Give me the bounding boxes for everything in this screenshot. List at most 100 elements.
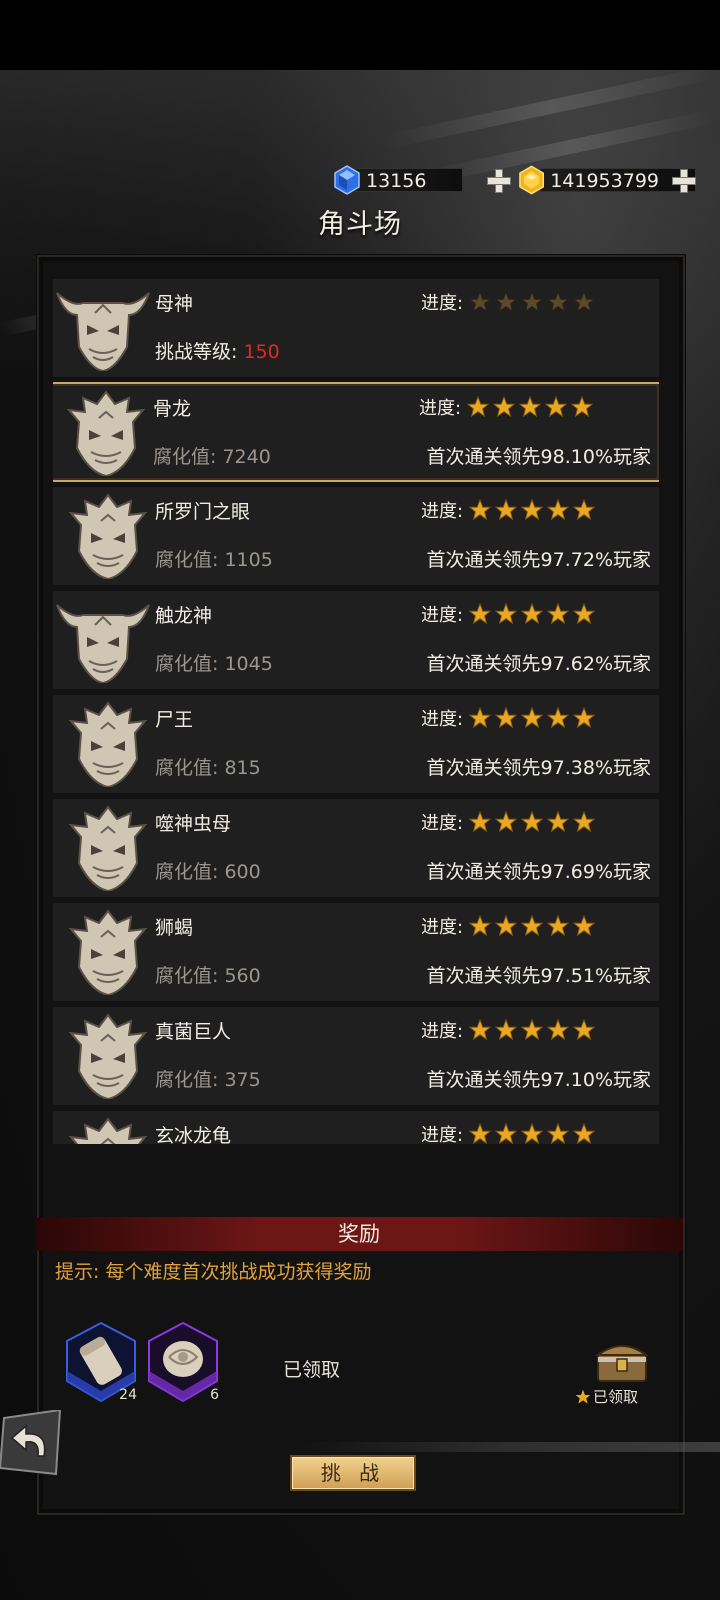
- star-icon: [469, 499, 492, 521]
- boss-row[interactable]: 母神挑战等级: 150 进度:: [53, 279, 659, 377]
- star-icon: [495, 915, 518, 937]
- star-icon: [547, 291, 570, 313]
- corruption-value: 腐化值: 1105: [155, 549, 273, 571]
- star-icon: [495, 499, 518, 521]
- star-icon: [573, 291, 596, 313]
- treasure-chest-icon[interactable]: [595, 1339, 649, 1383]
- boss-row[interactable]: 所罗门之眼 腐化值: 1105 进度: 首次通关领先97.72%玩家: [53, 487, 659, 585]
- progress-label: 进度:: [421, 709, 464, 730]
- star-icon: [519, 396, 542, 418]
- star-icon: [547, 707, 570, 729]
- item-count: 24: [119, 1387, 137, 1403]
- boss-row[interactable]: 骨龙腐化值: 7240 进度: 首次通关领先98.10%玩家: [53, 382, 659, 482]
- corruption-value: 腐化值: 600: [155, 861, 261, 883]
- star-icon: [495, 707, 518, 729]
- add-gold-button[interactable]: [671, 168, 696, 193]
- chest-status-label: 已领取: [593, 1388, 639, 1406]
- corruption-value: 腐化值: 375: [155, 1069, 261, 1091]
- progress: 进度:: [421, 601, 599, 627]
- star-icon: [573, 603, 596, 625]
- first-clear-rank: 首次通关领先97.38%玩家: [426, 757, 651, 779]
- boss-name: 母神: [155, 293, 194, 315]
- star-icon: [547, 1123, 570, 1144]
- star-icon: [521, 603, 544, 625]
- star-icon: [547, 499, 570, 521]
- boss-name: 骨龙: [153, 398, 192, 420]
- arena-panel: 母神挑战等级: 150 进度: 骨龙腐化值: 7240 进度: 首次通关领先98.10%…: [35, 255, 685, 1515]
- progress: 进度:: [419, 394, 597, 420]
- boss-row[interactable]: 噬神虫母腐化值: 600 进度: 首次通关领先97.69%玩家: [53, 799, 659, 897]
- page-title: 角斗场: [318, 209, 402, 240]
- challenge-level: 挑战等级: 150: [155, 341, 280, 363]
- reward-hint: 提示: 每个难度首次挑战成功获得奖励: [55, 1261, 372, 1283]
- progress: 进度:: [421, 289, 599, 315]
- star-icon: [573, 811, 596, 833]
- item-count: 6: [210, 1387, 219, 1403]
- progress-label: 进度:: [421, 501, 464, 522]
- first-clear-rank: 首次通关领先97.62%玩家: [426, 653, 651, 675]
- star-icon: [573, 915, 596, 937]
- star-icon: [573, 1123, 596, 1144]
- star-icon: [571, 396, 594, 418]
- progress-label: 进度:: [421, 1125, 464, 1144]
- star-icon: [495, 603, 518, 625]
- reward-claimed-status: 已领取: [283, 1359, 341, 1381]
- star-icon: [521, 707, 544, 729]
- bottom-trim: [300, 1442, 720, 1452]
- corruption-value: 腐化值: 7240: [153, 446, 271, 468]
- progress-label: 进度:: [421, 293, 464, 314]
- boss-row[interactable]: 玄冰龙龟 进度:: [53, 1111, 659, 1144]
- progress-label: 进度:: [421, 605, 464, 626]
- spiked-mask-icon: [68, 909, 148, 995]
- spiked-mask-icon: [68, 1117, 148, 1144]
- progress-label: 进度:: [419, 398, 462, 419]
- back-arrow-icon[interactable]: [0, 1410, 64, 1478]
- reward-item-scroll[interactable]: 24: [65, 1321, 137, 1403]
- star-icon: [469, 1019, 492, 1041]
- star-rating: [469, 707, 599, 729]
- star-icon: [573, 707, 596, 729]
- chest-status: 已领取: [575, 1386, 638, 1407]
- progress: 进度:: [421, 1121, 599, 1144]
- boss-row[interactable]: 尸王 腐化值: 815 进度: 首次通关领先97.38%玩家: [53, 695, 659, 793]
- boss-name: 触龙神: [155, 605, 213, 627]
- progress: 进度:: [421, 809, 599, 835]
- star-icon: [495, 811, 518, 833]
- first-clear-rank: 首次通关领先97.69%玩家: [426, 861, 651, 883]
- diamond-amount: 13156: [356, 168, 463, 192]
- boss-row[interactable]: 狮蝎 腐化值: 560 进度: 首次通关领先97.51%玩家: [53, 903, 659, 1001]
- first-clear-rank: 首次通关领先98.10%玩家: [426, 446, 651, 468]
- star-rating: [467, 396, 597, 418]
- boss-name: 玄冰龙龟: [155, 1125, 232, 1144]
- game-screen: 13156 141953799 角斗场 母神 挑战等级: 150 进度: 骨龙 腐化值:…: [0, 70, 720, 1600]
- star-icon: [469, 811, 492, 833]
- star-icon: [521, 1019, 544, 1041]
- star-rating: [469, 1123, 599, 1144]
- progress: 进度:: [421, 497, 599, 523]
- star-icon: [573, 1019, 596, 1041]
- star-icon: [469, 291, 492, 313]
- reward-item-fossil[interactable]: 6: [147, 1321, 219, 1403]
- star-icon: [469, 1123, 492, 1144]
- star-rating: [469, 603, 599, 625]
- first-clear-rank: 首次通关领先97.10%玩家: [426, 1069, 651, 1091]
- challenge-button[interactable]: 挑 战: [290, 1455, 416, 1491]
- star-rating: [469, 811, 599, 833]
- boss-name: 真菌巨人: [155, 1021, 232, 1043]
- blue-gem-icon: [334, 165, 360, 195]
- star-rating: [469, 915, 599, 937]
- star-icon: [545, 396, 568, 418]
- star-icon: [521, 915, 544, 937]
- add-diamonds-button[interactable]: [486, 168, 511, 193]
- spiked-mask-icon: [68, 805, 148, 891]
- corruption-value: 腐化值: 815: [155, 757, 261, 779]
- corruption-value: 腐化值: 1045: [155, 653, 273, 675]
- horned-mask-icon: [56, 604, 150, 683]
- star-icon: [495, 1019, 518, 1041]
- boss-row[interactable]: 触龙神腐化值: 1045 进度: 首次通关领先97.62%玩家: [53, 591, 659, 689]
- boss-row[interactable]: 真菌巨人 腐化值: 375 进度: 首次通关领先97.10%玩家: [53, 1007, 659, 1105]
- boss-list[interactable]: 母神挑战等级: 150 进度: 骨龙腐化值: 7240 进度: 首次通关领先98.10%…: [53, 279, 659, 1144]
- boss-name: 噬神虫母: [155, 813, 232, 835]
- star-icon: [467, 396, 490, 418]
- spiked-mask-icon: [66, 390, 146, 476]
